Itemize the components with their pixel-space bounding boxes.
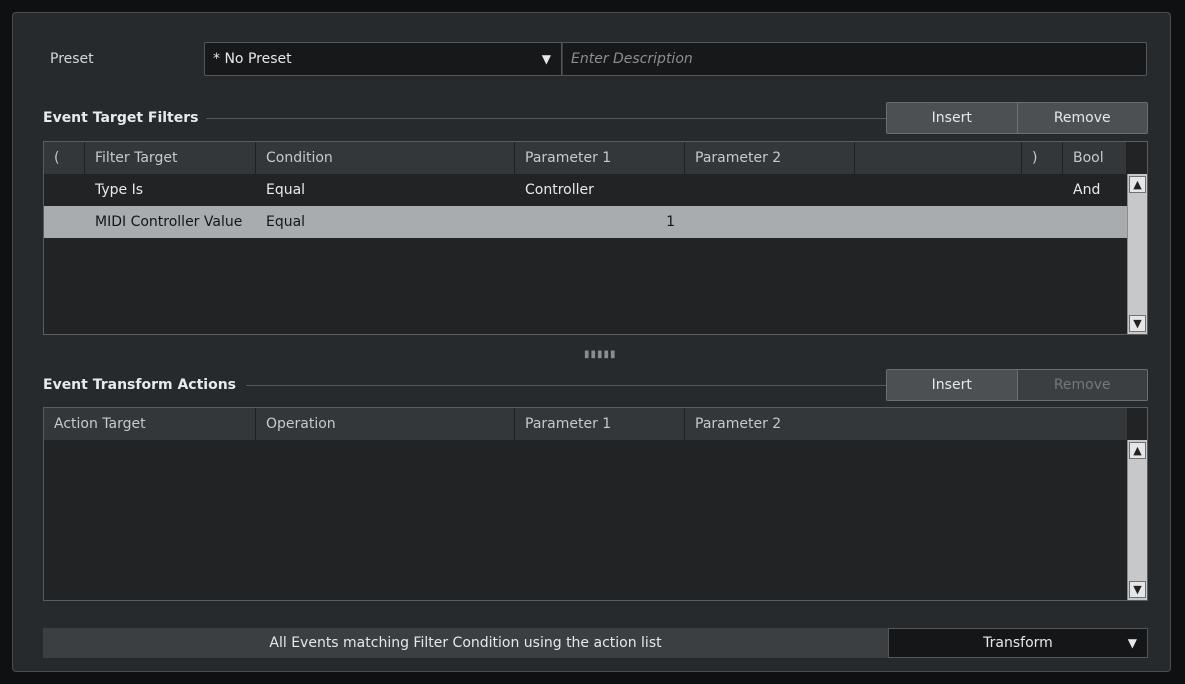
chevron-down-icon[interactable]: ▼ (1129, 581, 1146, 598)
preset-label: Preset (50, 51, 94, 67)
filters-button-group: Insert Remove (886, 102, 1148, 134)
actions-insert-button[interactable]: Insert (887, 370, 1017, 400)
actions-remove-button[interactable]: Remove (1016, 370, 1147, 400)
logical-editor-panel: Preset * No Preset ▼ Enter Description E… (12, 12, 1171, 672)
filters-table: ( Filter Target Condition Parameter 1 Pa… (43, 141, 1148, 335)
filters-table-header: ( Filter Target Condition Parameter 1 Pa… (44, 142, 1127, 174)
filters-title: Event Target Filters (43, 110, 199, 126)
cell-parameter-1[interactable]: Controller (515, 174, 685, 206)
column-header-close-paren[interactable]: ) (1022, 142, 1063, 174)
filters-insert-button[interactable]: Insert (887, 103, 1017, 133)
cell-condition[interactable]: Equal (256, 206, 515, 238)
cell-parameter-2[interactable] (685, 206, 1022, 238)
function-value: Transform (983, 635, 1053, 651)
actions-scrollbar[interactable]: ▲ ▼ (1127, 440, 1147, 600)
chevron-up-icon[interactable]: ▲ (1129, 442, 1146, 459)
preset-value: * No Preset (213, 51, 292, 67)
cell-condition[interactable]: Equal (256, 174, 515, 206)
column-header-bool[interactable]: Bool (1063, 142, 1127, 174)
filters-scrollbar[interactable]: ▲ ▼ (1127, 174, 1147, 334)
actions-button-group: Insert Remove (886, 369, 1148, 401)
preset-dropdown[interactable]: * No Preset ▼ (204, 42, 562, 76)
cell-filter-target[interactable]: Type Is (85, 174, 256, 206)
column-header-action-target[interactable]: Action Target (44, 408, 256, 440)
column-header-condition[interactable]: Condition (256, 142, 515, 174)
cell-filter-target[interactable]: MIDI Controller Value (85, 206, 256, 238)
cell-open-paren[interactable] (44, 206, 85, 238)
actions-table-header: Action Target Operation Parameter 1 Para… (44, 408, 1127, 440)
actions-divider (246, 385, 886, 386)
triangle-down-icon: ▼ (541, 52, 551, 66)
column-header-parameter-2[interactable]: Parameter 2 (685, 408, 1127, 440)
cell-parameter-2[interactable] (685, 174, 1022, 206)
column-header-blank[interactable] (855, 142, 1022, 174)
cell-bool[interactable] (1063, 206, 1127, 238)
cell-bool[interactable]: And (1063, 174, 1127, 206)
column-header-filter-target[interactable]: Filter Target (85, 142, 256, 174)
cell-parameter-1[interactable]: 1 (515, 206, 685, 238)
column-header-operation[interactable]: Operation (256, 408, 515, 440)
column-header-parameter-2[interactable]: Parameter 2 (685, 142, 855, 174)
description-field[interactable]: Enter Description (562, 42, 1147, 76)
actions-table: Action Target Operation Parameter 1 Para… (43, 407, 1148, 601)
column-header-parameter-1[interactable]: Parameter 1 (515, 408, 685, 440)
function-dropdown[interactable]: Transform ▼ (888, 628, 1148, 658)
cell-open-paren[interactable] (44, 174, 85, 206)
column-header-open-paren[interactable]: ( (44, 142, 85, 174)
actions-title: Event Transform Actions (43, 377, 236, 393)
function-description: All Events matching Filter Condition usi… (43, 628, 888, 658)
chevron-up-icon[interactable]: ▲ (1129, 176, 1146, 193)
chevron-down-icon[interactable]: ▼ (1129, 315, 1146, 332)
drag-handle-icon[interactable]: ▮▮▮▮▮ (584, 349, 617, 360)
table-row-selected[interactable]: MIDI Controller Value Equal 1 (44, 206, 1127, 238)
cell-close-paren[interactable] (1022, 174, 1063, 206)
triangle-down-icon: ▼ (1127, 636, 1137, 650)
filters-divider (206, 118, 886, 119)
cell-close-paren[interactable] (1022, 206, 1063, 238)
table-row[interactable]: Type Is Equal Controller And (44, 174, 1127, 206)
column-header-parameter-1[interactable]: Parameter 1 (515, 142, 685, 174)
filters-remove-button[interactable]: Remove (1016, 103, 1147, 133)
